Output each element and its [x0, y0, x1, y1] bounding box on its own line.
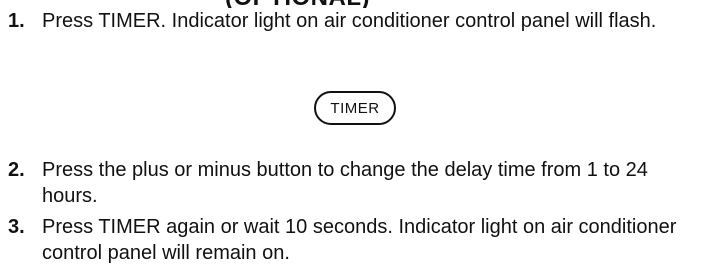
step-1-text: Press TIMER. Indicator light on air cond…	[42, 10, 657, 32]
instruction-page: (OPTIONAL) 1. Press TIMER. Indicator lig…	[0, 0, 709, 268]
step-3-number: 3.	[8, 216, 25, 238]
timer-button-label: TIMER	[330, 99, 380, 117]
step-3-text: Press TIMER again or wait 10 seconds. In…	[42, 216, 677, 264]
instruction-step-1: 1. Press TIMER. Indicator light on air c…	[8, 8, 701, 34]
step-1-number: 1.	[8, 10, 25, 32]
instruction-step-2: 2. Press the plus or minus button to cha…	[8, 157, 701, 209]
cropped-header-text: (OPTIONAL)	[225, 0, 370, 8]
instruction-step-3: 3. Press TIMER again or wait 10 seconds.…	[8, 214, 701, 266]
step-2-number: 2.	[8, 159, 25, 181]
step-2-text: Press the plus or minus button to change…	[42, 159, 648, 207]
cropped-header: (OPTIONAL)	[0, 0, 709, 8]
timer-button[interactable]: TIMER	[314, 91, 396, 125]
